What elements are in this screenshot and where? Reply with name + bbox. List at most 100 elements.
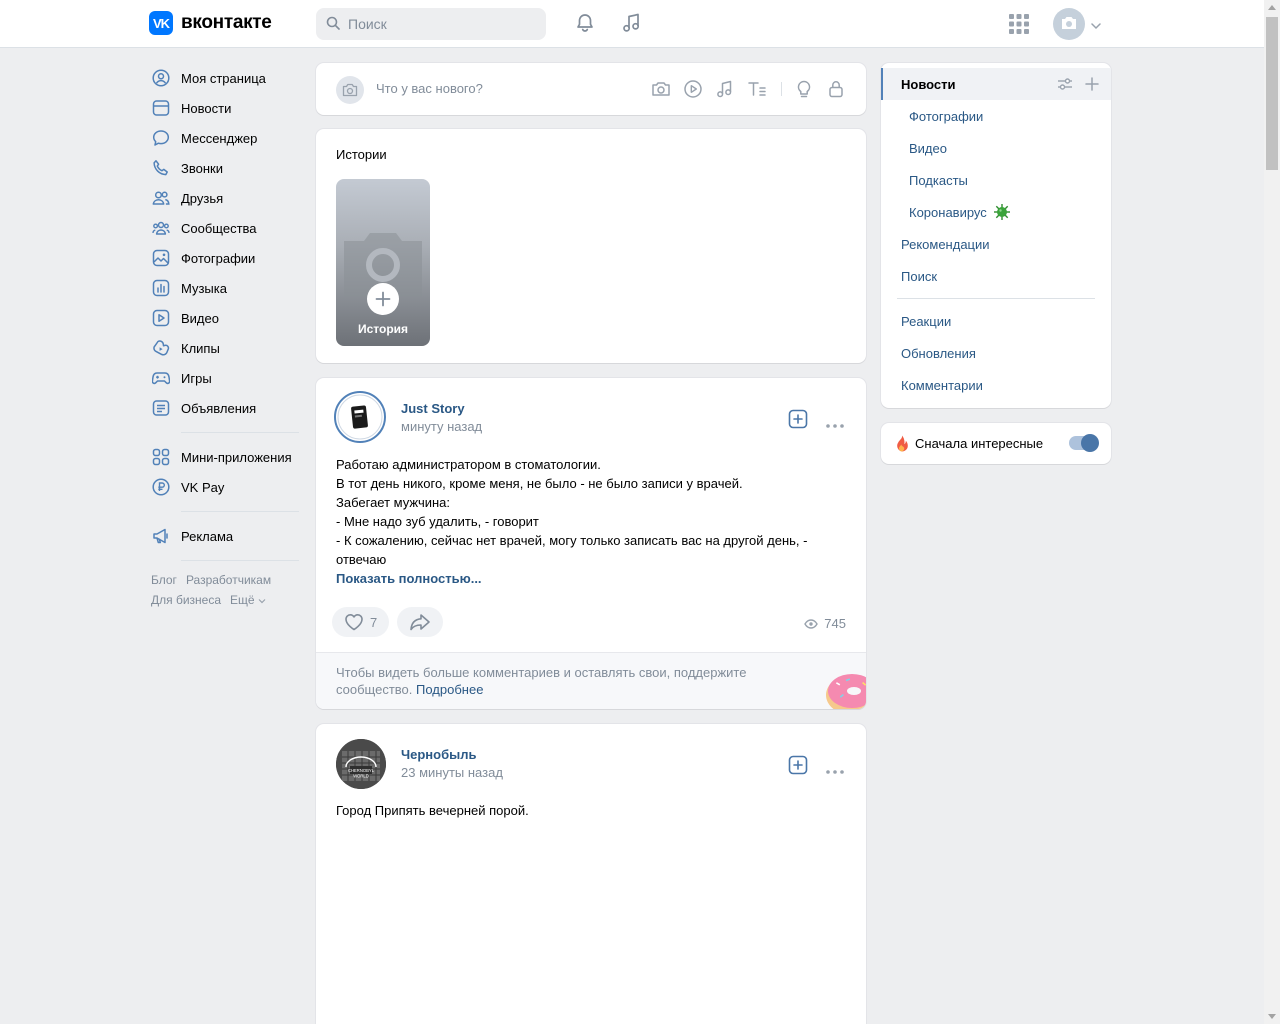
add-list-plus-icon[interactable] [1085, 77, 1099, 91]
left-sidebar: Моя страница Новости Мессенджер Звонки Д… [149, 63, 301, 610]
scroll-down-arrow-icon[interactable] [1268, 1014, 1276, 1019]
right-menu-video[interactable]: Видео [881, 132, 1111, 164]
sidebar-item-calls[interactable]: Звонки [149, 153, 301, 183]
right-menu-photos[interactable]: Фотографии [881, 100, 1111, 132]
right-menu-updates[interactable]: Обновления [881, 337, 1111, 369]
sidebar-item-mini-apps[interactable]: Мини-приложения [149, 442, 301, 472]
sidebar-item-ads[interactable]: Реклама [149, 521, 301, 551]
vk-logo[interactable]: VK вконтакте [149, 11, 272, 35]
sidebar-item-vkpay[interactable]: VK Pay [149, 472, 301, 502]
chevron-down-icon[interactable] [1091, 18, 1101, 33]
post-text-line: отвечаю [336, 552, 387, 567]
interesting-first-label: Сначала интересные [915, 436, 1044, 451]
search-input[interactable] [348, 16, 538, 32]
right-menu-updates-label: Обновления [901, 345, 976, 361]
eye-icon [804, 618, 819, 629]
more-options-icon[interactable] [826, 416, 844, 431]
comments-note-text: Чтобы видеть больше комментариев и остав… [336, 664, 786, 698]
right-menu-recommendations[interactable]: Рекомендации [881, 228, 1111, 260]
more-options-icon[interactable] [826, 762, 844, 777]
sidebar-item-news[interactable]: Новости [149, 93, 301, 123]
sidebar-item-communities[interactable]: Сообщества [149, 213, 301, 243]
right-menu-reactions[interactable]: Реакции [881, 305, 1111, 337]
footer-blog-link[interactable]: Блог [151, 573, 177, 587]
post-time[interactable]: 23 минуты назад [401, 765, 503, 780]
scroll-up-arrow-icon[interactable] [1268, 5, 1276, 10]
post-time[interactable]: минуту назад [401, 419, 482, 434]
vk-logo-mark: VK [149, 11, 173, 35]
like-button[interactable]: 7 [332, 607, 390, 637]
friends-icon [152, 189, 170, 207]
sidebar-item-label: Клипы [181, 340, 220, 356]
interesting-first-toggle-card[interactable]: Сначала интересные [881, 423, 1111, 464]
comments-note-message: Чтобы видеть больше комментариев и остав… [336, 665, 747, 697]
scroll-thumb[interactable] [1266, 17, 1278, 170]
right-menu-comments[interactable]: Комментарии [881, 369, 1111, 401]
sidebar-item-friends[interactable]: Друзья [149, 183, 301, 213]
sidebar-item-classifieds[interactable]: Объявления [149, 393, 301, 423]
right-menu-coronavirus[interactable]: Коронавирус [881, 196, 1111, 228]
sidebar-divider [181, 511, 299, 512]
photo-attach-icon[interactable] [651, 80, 671, 98]
post-author-avatar[interactable] [334, 391, 386, 443]
post-composer[interactable]: Что у вас нового? [316, 63, 866, 115]
filter-settings-icon[interactable] [1057, 77, 1073, 91]
sidebar-item-label: Сообщества [181, 220, 257, 236]
switch-knob [1081, 434, 1099, 452]
sidebar-footer: Блог Разработчикам Для бизнеса Ещё [149, 570, 301, 610]
right-menu-search[interactable]: Поиск [881, 260, 1111, 292]
footer-business-link[interactable]: Для бизнеса [151, 593, 221, 607]
footer-devs-link[interactable]: Разработчикам [186, 573, 271, 587]
mini-apps-icon [152, 448, 170, 466]
svg-text:WORLD: WORLD [353, 774, 369, 779]
sidebar-item-messenger[interactable]: Мессенджер [149, 123, 301, 153]
comments-donut-note: Чтобы видеть больше комментариев и остав… [316, 652, 866, 709]
right-menu-news-label: Новости [901, 76, 956, 92]
comments-more-link[interactable]: Подробнее [416, 682, 483, 697]
camera-icon [336, 76, 364, 104]
sidebar-item-video[interactable]: Видео [149, 303, 301, 333]
bell-icon[interactable] [574, 12, 596, 37]
sidebar-item-label: Звонки [181, 160, 223, 176]
composer-placeholder[interactable]: Что у вас нового? [376, 81, 483, 96]
sidebar-item-my-page[interactable]: Моя страница [149, 63, 301, 93]
page-scrollbar[interactable] [1264, 0, 1280, 1024]
sidebar-item-label: Фотографии [181, 250, 256, 266]
profile-avatar[interactable] [1053, 8, 1085, 40]
megaphone-icon [152, 527, 170, 545]
share-button[interactable] [397, 607, 444, 637]
music-icon [152, 279, 170, 297]
sidebar-item-music[interactable]: Музыка [149, 273, 301, 303]
right-menu-recommendations-label: Рекомендации [901, 236, 990, 252]
lock-icon[interactable] [826, 79, 846, 99]
post-author-name[interactable]: Just Story [401, 401, 465, 416]
sidebar-item-photos[interactable]: Фотографии [149, 243, 301, 273]
sidebar-item-label: Музыка [181, 280, 227, 296]
add-to-bookmarks-icon[interactable] [788, 755, 808, 778]
sidebar-item-games[interactable]: Игры [149, 363, 301, 393]
interesting-first-switch[interactable] [1069, 434, 1099, 452]
apps-grid-icon[interactable] [1009, 14, 1029, 37]
right-menu-coronavirus-label: Коронавирус [909, 204, 987, 220]
add-to-bookmarks-icon[interactable] [788, 409, 808, 432]
sidebar-item-clips[interactable]: Клипы [149, 333, 301, 363]
post-author-avatar[interactable]: CHERNOBYL WORLD [336, 739, 386, 789]
post-text: Город Припять вечерней порой. [336, 803, 529, 818]
right-menu-podcasts-label: Подкасты [909, 172, 968, 188]
message-icon [152, 129, 170, 147]
idea-bulb-icon[interactable] [794, 79, 814, 99]
music-icon[interactable] [621, 12, 643, 37]
music-attach-icon[interactable] [715, 79, 735, 99]
article-icon[interactable] [747, 79, 767, 99]
post-author-name[interactable]: Чернобыль [401, 747, 476, 762]
footer-more-link[interactable]: Ещё [230, 593, 266, 607]
search-box[interactable] [316, 8, 546, 40]
right-menu-podcasts[interactable]: Подкасты [881, 164, 1111, 196]
post-text-line: Работаю администратором в стоматологии. [336, 457, 601, 472]
add-story-tile[interactable]: История [336, 179, 430, 346]
video-attach-icon[interactable] [683, 79, 703, 99]
sidebar-item-label: Видео [181, 310, 219, 326]
add-story-plus-icon[interactable] [367, 283, 399, 315]
phone-icon [152, 159, 170, 177]
show-more-link[interactable]: Показать полностью... [336, 569, 836, 588]
